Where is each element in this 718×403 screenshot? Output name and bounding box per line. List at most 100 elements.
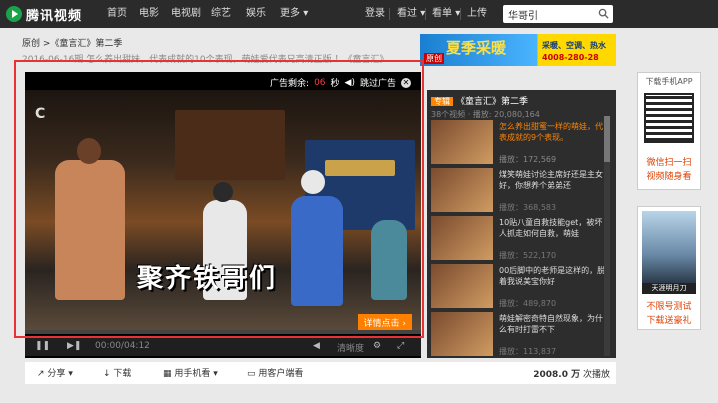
playlist-panel: 专辑 《童言汇》第二季 38个视频 · 播放: 20,080,164 怎么养出甜蜜… bbox=[427, 90, 616, 358]
upload-link[interactable]: 上传 bbox=[467, 0, 487, 28]
search-input-value: 华哥引 bbox=[508, 11, 538, 22]
promo-caption: 天涯明月刀 bbox=[642, 283, 696, 294]
app-download-title: 下载手机APP bbox=[645, 77, 693, 86]
chevron-down-icon: ▾ bbox=[68, 369, 73, 379]
chevron-down-icon: ▾ bbox=[213, 369, 218, 379]
promo-image bbox=[642, 211, 696, 283]
play-logo-icon bbox=[6, 6, 22, 22]
promo-line2: 下载送豪礼 bbox=[646, 316, 692, 326]
top-nav: 腾讯视频 首页 电影 电视剧 综艺 娱乐 更多 ▾ 登录 看过 ▾ 看单 ▾ 上… bbox=[0, 0, 718, 28]
site-logo[interactable]: 腾讯视频 bbox=[6, 4, 82, 24]
video-thumbnail bbox=[431, 264, 493, 308]
plays-label: 播放： bbox=[499, 299, 523, 308]
logo-text: 腾讯视频 bbox=[26, 8, 83, 24]
play-count-suffix: 次播放 bbox=[582, 370, 610, 380]
plays-count: 522,170 bbox=[523, 251, 557, 260]
nav-item-home[interactable]: 首页 bbox=[107, 0, 127, 28]
plays-count: 172,569 bbox=[523, 155, 557, 164]
list-item[interactable]: 萌娃解密奇特自然现象，为什么有时打雷不下 播放：113,837 bbox=[431, 312, 609, 360]
client-watch-label: 用客户端看 bbox=[258, 369, 304, 379]
search-input[interactable]: 华哥引 bbox=[503, 5, 613, 23]
search-icon[interactable] bbox=[598, 8, 609, 19]
mobile-watch-label: 用手机看 bbox=[174, 369, 211, 379]
promo-line1: 不限号测试 bbox=[646, 302, 692, 312]
app-line2: 视频随身看 bbox=[646, 172, 692, 182]
playlist-scrollbar[interactable] bbox=[604, 116, 610, 356]
download-button[interactable]: ↓ 下载 bbox=[103, 366, 131, 379]
app-download-panel[interactable]: 下载手机APP 微信扫一扫 视频随身看 bbox=[637, 72, 701, 190]
plays-label: 播放： bbox=[499, 347, 523, 356]
fullscreen-icon[interactable]: ⤢ bbox=[397, 341, 404, 351]
game-promo-panel[interactable]: 天涯明月刀 不限号测试 下载送豪礼 bbox=[637, 206, 701, 330]
nav-item-tv[interactable]: 电视剧 bbox=[171, 0, 201, 28]
login-link[interactable]: 登录 bbox=[365, 0, 385, 28]
quality-label[interactable]: 清晰度 bbox=[337, 341, 364, 354]
history-link[interactable]: 看过 ▾ bbox=[397, 0, 425, 28]
ad-banner[interactable]: 夏季采暖 原创 采暖、空调、热水 4008-280-28 bbox=[420, 34, 616, 66]
mobile-watch-button[interactable]: ▦ 用手机看 ▾ bbox=[163, 366, 218, 379]
list-item-plays: 播放：489,870 bbox=[499, 298, 556, 309]
plays-count: 368,583 bbox=[523, 203, 557, 212]
list-item-plays: 播放：522,170 bbox=[499, 250, 556, 261]
play-count-value: 2008.0 万 bbox=[533, 370, 581, 380]
settings-gear-icon[interactable]: ⚙ bbox=[373, 341, 381, 351]
scrollbar-thumb[interactable] bbox=[604, 116, 610, 162]
plays-label: 播放： bbox=[499, 251, 523, 260]
video-thumbnail bbox=[431, 312, 493, 356]
volume-icon[interactable]: ◀ bbox=[313, 341, 320, 351]
list-item[interactable]: 怎么养出甜蜜一样的萌娃，代表成就的9个表现。 播放：172,569 bbox=[431, 120, 609, 168]
plays-count: 489,870 bbox=[523, 299, 557, 308]
playlist-tag: 专辑 bbox=[431, 97, 453, 106]
next-icon[interactable]: ▶❚ bbox=[67, 341, 81, 351]
nav-item-ent[interactable]: 娱乐 bbox=[246, 0, 266, 28]
list-item-title: 10贴八童自救技能get，被坏人抓走如何自救，萌娃 bbox=[499, 218, 603, 238]
list-item-plays: 播放：113,837 bbox=[499, 346, 556, 357]
monitor-icon: ▭ bbox=[247, 369, 256, 379]
plays-label: 播放： bbox=[499, 203, 523, 212]
list-item[interactable]: 煤笑萌娃讨论主席好还是主女好，你想养个弟弟还 播放：368,583 bbox=[431, 168, 609, 216]
qr-icon: ▦ bbox=[163, 369, 172, 379]
video-thumbnail bbox=[431, 168, 493, 212]
list-item-plays: 播放：172,569 bbox=[499, 154, 556, 165]
list-item-title: 萌娃解密奇特自然现象，为什么有时打雷不下 bbox=[499, 314, 603, 334]
ad-banner-title: 夏季采暖 bbox=[446, 39, 507, 57]
watchlist-label: 看单 bbox=[432, 8, 452, 19]
nav-item-more[interactable]: 更多 ▾ bbox=[280, 0, 308, 28]
history-label: 看过 bbox=[397, 8, 417, 19]
divider bbox=[425, 8, 426, 20]
time-display: 00:00/04:12 bbox=[95, 341, 150, 351]
nav-more-label: 更多 bbox=[280, 8, 300, 19]
ad-banner-badge: 原创 bbox=[424, 53, 444, 64]
video-thumbnail bbox=[431, 216, 493, 260]
ad-banner-line2: 4008-280-28 bbox=[542, 53, 599, 62]
list-item-title: 煤笑萌娃讨论主席好还是主女好，你想养个弟弟还 bbox=[499, 170, 603, 190]
app-line1: 微信扫一扫 bbox=[646, 158, 692, 168]
playlist-meta: 38个视频 · 播放: 20,080,164 bbox=[431, 110, 540, 119]
plays-count: 113,837 bbox=[523, 347, 557, 356]
breadcrumb[interactable]: 原创 >《童言汇》第二季 bbox=[22, 36, 122, 49]
share-icon: ↗ bbox=[37, 369, 45, 379]
playlist-title[interactable]: 《童言汇》第二季 bbox=[456, 97, 528, 107]
list-item[interactable]: 00后脚中的老师是这样的，脱着我说美宝你好 播放：489,870 bbox=[431, 264, 609, 312]
video-thumbnail bbox=[431, 120, 493, 164]
highlight-box bbox=[14, 60, 424, 338]
qr-code bbox=[644, 93, 694, 143]
list-item[interactable]: 10贴八童自救技能get，被坏人抓走如何自救，萌娃 播放：522,170 bbox=[431, 216, 609, 264]
list-item-title: 怎么养出甜蜜一样的萌娃，代表成就的9个表现。 bbox=[499, 122, 603, 142]
share-button[interactable]: ↗ 分享 ▾ bbox=[37, 366, 73, 379]
chevron-down-icon: ▾ bbox=[303, 8, 309, 19]
watchlist-link[interactable]: 看单 ▾ bbox=[432, 0, 460, 28]
playlist-header: 专辑 《童言汇》第二季 bbox=[431, 94, 528, 107]
divider bbox=[389, 8, 390, 20]
nav-item-variety[interactable]: 综艺 bbox=[211, 0, 231, 28]
download-label: 下载 bbox=[113, 369, 132, 379]
list-item-title: 00后脚中的老师是这样的，脱着我说美宝你好 bbox=[499, 266, 606, 286]
download-icon: ↓ bbox=[103, 369, 111, 379]
client-watch-button[interactable]: ▭ 用客户端看 bbox=[247, 366, 303, 379]
share-bar: ↗ 分享 ▾ ↓ 下载 ▦ 用手机看 ▾ ▭ 用客户端看 2008.0 万 次播… bbox=[25, 362, 616, 384]
divider bbox=[460, 8, 461, 20]
nav-item-movies[interactable]: 电影 bbox=[139, 0, 159, 28]
ad-banner-line1: 采暖、空调、热水 bbox=[542, 41, 606, 50]
pause-icon[interactable]: ❚❚ bbox=[35, 341, 50, 351]
plays-label: 播放： bbox=[499, 155, 523, 164]
